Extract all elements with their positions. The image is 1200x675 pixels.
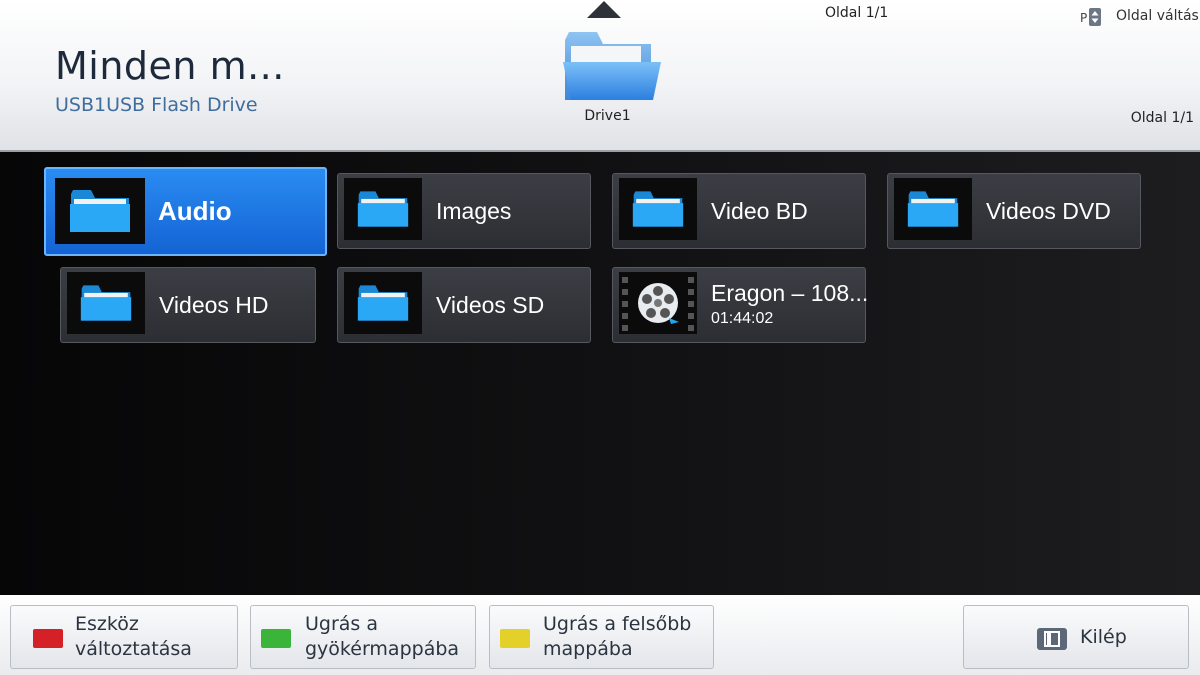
folder-icon: [80, 285, 132, 321]
video-file-tile-eragon[interactable]: Eragon – 108... 01:44:02: [612, 267, 869, 343]
green-key-icon: [261, 629, 291, 648]
video-duration: 01:44:02: [711, 310, 774, 327]
device-subtitle: USB1USB Flash Drive: [55, 94, 258, 116]
go-to-root-label-line2: gyökérmappába: [305, 638, 460, 660]
go-to-parent-label-line2: mappába: [543, 638, 633, 660]
film-reel-icon: [619, 272, 697, 334]
page-switch-label: Oldal váltás: [1116, 8, 1199, 24]
tile-label: Videos DVD: [986, 197, 1111, 224]
drive-label: Drive1: [584, 108, 631, 124]
folder-icon: [907, 191, 959, 227]
folder-tile-audio[interactable]: Audio: [44, 167, 327, 256]
folder-icon: [357, 285, 409, 321]
folder-thumb: [67, 272, 145, 334]
folder-tile-videos-sd[interactable]: Videos SD: [337, 267, 591, 343]
page-indicator-right: Oldal 1/1: [1130, 110, 1194, 126]
svg-text:P: P: [1080, 11, 1087, 25]
folder-tile-videos-hd[interactable]: Videos HD: [60, 267, 316, 343]
tile-label: Videos SD: [436, 291, 545, 318]
file-browser-area: Audio Images Video BD Videos DVD Videos …: [0, 152, 1200, 595]
go-to-root-label-line1: Ugrás a: [305, 613, 379, 635]
tile-label: Eragon – 108...: [711, 280, 869, 306]
go-to-root-label: Ugrás a gyökérmappába: [305, 606, 459, 668]
folder-thumb: [619, 178, 697, 240]
change-device-label: Eszköz változtatása: [75, 613, 192, 660]
go-to-parent-button[interactable]: Ugrás a felsőbb mappába: [489, 605, 714, 669]
up-arrow-icon[interactable]: [587, 1, 621, 18]
go-to-root-button[interactable]: Ugrás a gyökérmappába: [250, 605, 476, 669]
exit-label: Kilép: [1080, 626, 1127, 648]
folder-icon: [632, 191, 684, 227]
folder-tile-videos-dvd[interactable]: Videos DVD: [887, 173, 1141, 249]
folder-thumb: [344, 272, 422, 334]
exit-icon: [1037, 628, 1067, 650]
video-thumb: [619, 272, 697, 334]
exit-button[interactable]: Kilép: [963, 605, 1189, 669]
folder-thumb: [344, 178, 422, 240]
page-switch-key-icon: P: [1080, 8, 1101, 26]
go-to-parent-label: Ugrás a felsőbb mappába: [543, 606, 691, 668]
go-to-parent-label-line1: Ugrás a felsőbb: [543, 613, 692, 635]
drive-folder-icon[interactable]: [561, 26, 663, 104]
red-key-icon: [33, 629, 63, 648]
header-bar: Minden m... USB1USB Flash Drive Drive1 O…: [0, 0, 1200, 152]
folder-tile-video-bd[interactable]: Video BD: [612, 173, 866, 249]
folder-icon: [357, 191, 409, 227]
footer-bar: Eszköz változtatása Ugrás a gyökérmappáb…: [0, 595, 1200, 675]
page-indicator-top: Oldal 1/1: [825, 5, 889, 21]
folder-thumb: [55, 178, 145, 244]
yellow-key-icon: [500, 629, 530, 648]
folder-thumb: [894, 178, 972, 240]
change-device-button[interactable]: Eszköz változtatása: [10, 605, 238, 669]
tile-label: Audio: [158, 196, 232, 226]
tile-label: Images: [436, 197, 512, 224]
folder-tile-images[interactable]: Images: [337, 173, 591, 249]
tile-label: Video BD: [711, 197, 808, 224]
folder-icon: [70, 190, 130, 232]
tile-label: Videos HD: [159, 291, 269, 318]
page-title: Minden m...: [55, 44, 285, 88]
